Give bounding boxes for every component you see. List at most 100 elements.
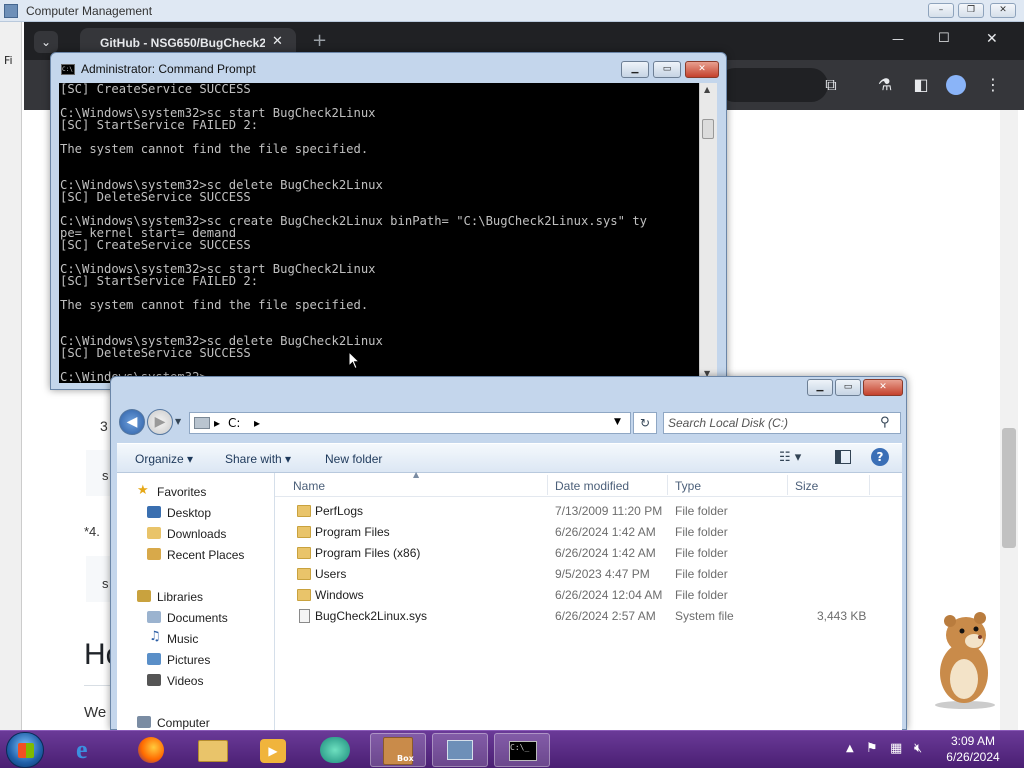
chrome-maximize-button[interactable]: ☐ xyxy=(938,31,950,46)
col-name[interactable]: Name xyxy=(293,479,325,493)
new-tab-button[interactable]: + xyxy=(312,30,327,51)
col-separator[interactable] xyxy=(547,475,548,495)
forward-button-icon[interactable]: ▶ xyxy=(147,409,173,435)
taskbar-explorer-icon[interactable] xyxy=(186,733,242,767)
volume-muted-icon[interactable]: 🔇︎ xyxy=(914,741,922,756)
file-row[interactable]: Program Files 6/26/2024 1:42 AM File folde… xyxy=(275,522,902,543)
cm-maximize-button[interactable]: ❐ xyxy=(958,3,984,18)
explorer-titlebar[interactable] xyxy=(111,377,906,403)
page-text-fragment-1: We xyxy=(84,704,107,721)
side-panel-icon[interactable]: ◧ xyxy=(910,74,932,96)
explorer-nav-bar: ◀ ▶ ▼ ▸ C: ▸ ▼ ↻ Search Local Disk (C:) … xyxy=(111,405,906,441)
cmd-scroll-thumb[interactable] xyxy=(702,119,714,139)
file-row[interactable]: Program Files (x86) 6/26/2024 1:42 AM File… xyxy=(275,543,902,564)
organize-button[interactable]: Organize ▾ xyxy=(135,452,193,466)
taskbar-firefox-icon[interactable] xyxy=(124,733,180,767)
explorer-close-button[interactable]: ✕ xyxy=(863,379,903,396)
chrome-close-button[interactable]: ✕ xyxy=(986,31,998,47)
recent-pages-dropdown-icon[interactable]: ▼ xyxy=(175,417,181,426)
nav-videos[interactable]: Videos xyxy=(167,674,203,688)
cmd-scroll-up-icon[interactable]: ▲ xyxy=(704,85,710,94)
cm-titlebar[interactable]: Computer Management – ❐ ✕ xyxy=(0,0,1024,22)
view-options-icon[interactable]: ☷ ▾ xyxy=(779,450,801,465)
col-date-modified[interactable]: Date modified xyxy=(555,479,629,493)
firefox-globe-icon xyxy=(138,737,164,763)
col-separator[interactable] xyxy=(667,475,668,495)
taskbar-computer-management-icon[interactable] xyxy=(432,733,488,767)
system-clock[interactable]: 3:09 AM 6/26/2024 xyxy=(928,733,1018,765)
nav-libraries[interactable]: Libraries xyxy=(157,590,203,604)
recent-places-icon xyxy=(147,548,161,560)
nav-recent-places[interactable]: Recent Places xyxy=(167,548,244,562)
file-row[interactable]: Windows 6/26/2024 12:04 AM File folder xyxy=(275,585,902,606)
address-dropdown-icon[interactable]: ▼ xyxy=(614,417,621,427)
cmd-titlebar[interactable]: C:\ Administrator: Command Prompt ▁ ▭ ✕ xyxy=(51,53,726,83)
taskbar-cmd-icon[interactable]: C:\_ xyxy=(494,733,550,767)
folder-icon xyxy=(297,505,311,517)
nav-downloads[interactable]: Downloads xyxy=(167,527,226,541)
cmd-console-icon: C:\_ xyxy=(509,741,537,761)
taskbar-media-player-icon[interactable]: ▶ xyxy=(246,733,302,767)
address-root-arrow[interactable]: ▸ xyxy=(214,416,220,430)
address-bar[interactable]: ▸ C: ▸ ▼ xyxy=(189,412,631,434)
file-row[interactable]: BugCheck2Linux.sys 6/26/2024 2:57 AM Syste… xyxy=(275,606,902,627)
desktop-hamster-mascot-icon[interactable] xyxy=(920,605,1010,710)
cmd-console-output[interactable]: [SC] CreateService SUCCESS C:\Windows\sy… xyxy=(59,83,699,383)
nav-desktop[interactable]: Desktop xyxy=(167,506,211,520)
help-icon[interactable]: ? xyxy=(871,448,889,466)
explorer-minimize-button[interactable]: ▁ xyxy=(807,379,833,396)
taskbar-ie-icon[interactable]: e xyxy=(62,733,118,767)
taskbar-box-app-icon[interactable]: Box xyxy=(370,733,426,767)
omnibox[interactable] xyxy=(718,68,828,102)
code-fragment-2: s xyxy=(102,576,109,591)
nav-pictures[interactable]: Pictures xyxy=(167,653,210,667)
cmd-close-button[interactable]: ✕ xyxy=(685,61,719,78)
new-folder-button[interactable]: New folder xyxy=(325,452,382,466)
refresh-icon[interactable]: ↻ xyxy=(633,412,657,434)
system-file-icon xyxy=(299,609,310,623)
network-icon[interactable]: ▦ xyxy=(890,741,902,756)
col-size[interactable]: Size xyxy=(795,479,818,493)
chrome-scrollbar-thumb[interactable] xyxy=(1002,428,1016,548)
extensions-icon[interactable]: ⧉ xyxy=(820,74,842,96)
computer-drive-icon xyxy=(194,417,210,429)
address-arrow[interactable]: ▸ xyxy=(254,416,260,430)
col-type[interactable]: Type xyxy=(675,479,701,493)
labs-flask-icon[interactable]: ⚗ xyxy=(874,74,896,96)
show-hidden-icons-icon[interactable]: ▲ xyxy=(846,743,854,754)
profile-avatar-icon[interactable] xyxy=(946,75,966,95)
tab-close-icon[interactable]: ✕ xyxy=(272,34,283,49)
action-center-flag-icon[interactable]: ⚑ xyxy=(866,741,878,756)
cmd-maximize-button[interactable]: ▭ xyxy=(653,61,681,78)
search-input[interactable]: Search Local Disk (C:) ⚲ xyxy=(663,412,901,434)
preview-pane-icon[interactable] xyxy=(835,450,851,464)
folder-icon xyxy=(297,568,311,580)
col-separator[interactable] xyxy=(787,475,788,495)
taskbar-chat-app-icon[interactable] xyxy=(308,733,364,767)
file-row[interactable]: PerfLogs 7/13/2009 11:20 PM File folder xyxy=(275,501,902,522)
chrome-menu-icon[interactable]: ⋮ xyxy=(982,74,1004,96)
nav-favorites[interactable]: Favorites xyxy=(157,485,206,499)
explorer-maximize-button[interactable]: ▭ xyxy=(835,379,861,396)
cmd-minimize-button[interactable]: ▁ xyxy=(621,61,649,78)
nav-computer[interactable]: Computer xyxy=(157,716,210,730)
tab-search-button[interactable]: ⌄ xyxy=(34,31,58,53)
nav-documents[interactable]: Documents xyxy=(167,611,228,625)
share-with-button[interactable]: Share with ▾ xyxy=(225,452,291,466)
box-label: Box xyxy=(397,754,414,763)
mouse-cursor-icon xyxy=(348,351,360,370)
start-button-windows-icon[interactable] xyxy=(6,732,44,768)
col-separator[interactable] xyxy=(869,475,870,495)
cm-minimize-button[interactable]: – xyxy=(928,3,954,18)
cm-menu-fragment[interactable]: Fi xyxy=(4,54,13,67)
back-button-icon[interactable]: ◀ xyxy=(119,409,145,435)
cm-close-button[interactable]: ✕ xyxy=(990,3,1016,18)
file-row[interactable]: Users 9/5/2023 4:47 PM File folder xyxy=(275,564,902,585)
cmd-title: Administrator: Command Prompt xyxy=(81,62,256,76)
address-drive[interactable]: C: xyxy=(228,416,240,430)
cmd-app-icon: C:\ xyxy=(61,64,75,75)
nav-music[interactable]: Music xyxy=(167,632,198,646)
chrome-minimize-button[interactable]: — xyxy=(892,32,904,46)
clock-time: 3:09 AM xyxy=(950,734,996,748)
computer-monitor-icon xyxy=(447,740,473,760)
